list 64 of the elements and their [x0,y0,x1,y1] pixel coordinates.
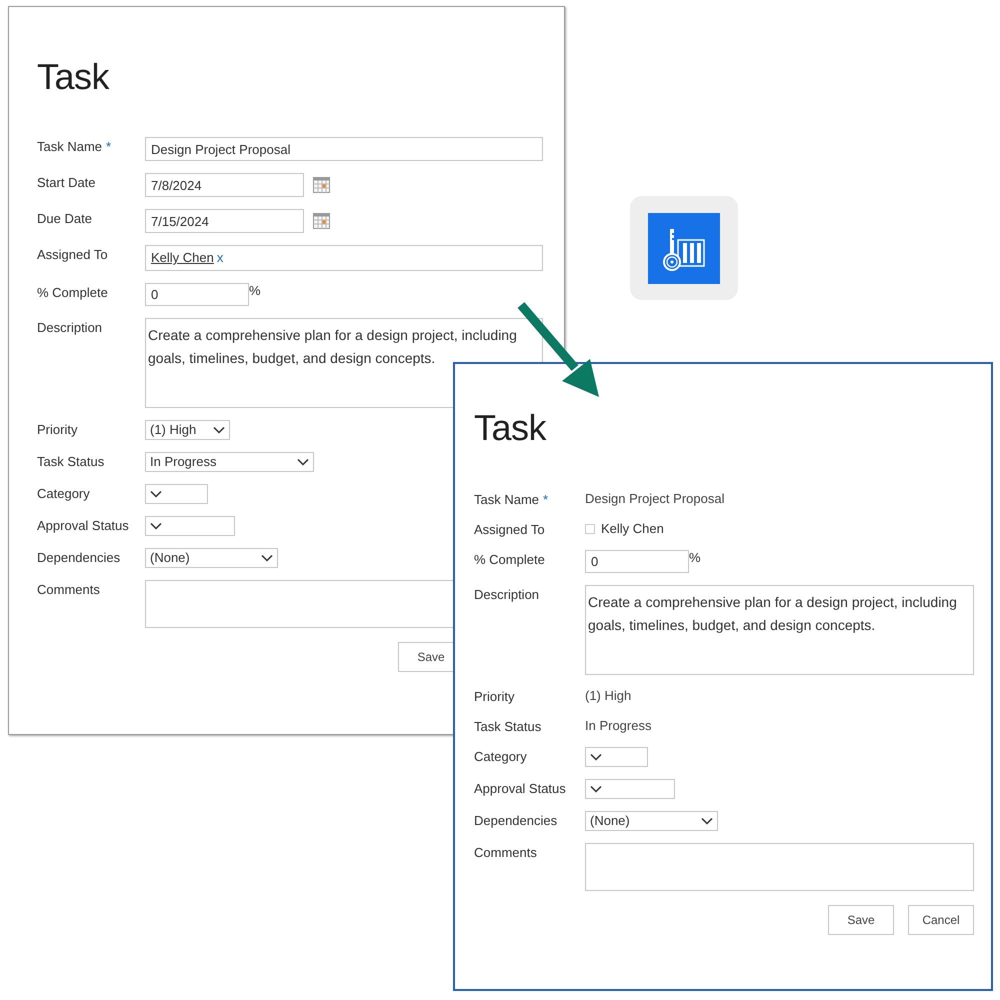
chevron-down-icon [261,554,273,562]
field-label: Assigned To [37,246,108,263]
chevron-down-icon [150,490,162,498]
field-label: Category [474,748,527,765]
required-mark: * [106,138,112,155]
field-label: Approval Status [37,517,129,534]
people-picker-field[interactable]: Kelly Chen x [145,245,543,271]
date-field[interactable]: 7/15/2024 [145,209,304,233]
field-label: Approval Status [474,780,566,797]
chevron-down-icon [213,426,225,434]
field-label: Category [37,485,90,502]
form-button[interactable]: Save [828,905,894,935]
app-tile-icon [630,196,738,300]
field-value: In Progress [585,717,652,735]
percent-sign: % [249,283,261,299]
field-label: Description [37,319,102,336]
calendar-icon[interactable] [313,213,330,229]
percent-sign: % [689,550,701,566]
percent-field[interactable]: 0 [585,550,689,573]
field-label: Dependencies [474,812,558,829]
dropdown[interactable]: In Progress [145,452,314,472]
required-mark: * [543,491,548,508]
comments-field[interactable] [585,843,974,891]
chevron-down-icon [150,522,162,530]
chevron-down-icon [590,753,602,761]
field-label: Task Name [37,138,102,155]
dropdown[interactable]: (None) [585,811,718,831]
field-label: Priority [37,421,78,438]
description-field[interactable]: Create a comprehensive plan for a design project, including goals, timelines, budget, and design concepts. [585,585,974,675]
remove-person-button[interactable]: x [216,248,224,268]
person-name: Kelly Chen [601,520,664,538]
field-label: Comments [474,844,537,861]
field-value: (1) High [585,687,632,705]
dropdown[interactable] [145,516,235,536]
dropdown[interactable] [145,484,208,504]
field-label: Task Status [37,453,104,470]
chevron-down-icon [701,817,713,825]
presence-icon [585,524,595,534]
dropdown[interactable] [585,747,648,767]
field-label: % Complete [474,551,545,568]
field-label: Due Date [37,210,92,227]
chevron-down-icon [590,785,602,793]
field-value: Design Project Proposal [585,490,724,508]
field-label: Priority [474,688,514,705]
dropdown[interactable]: (1) High [145,420,230,440]
chevron-down-icon [297,458,309,466]
percent-field[interactable]: 0 [145,283,249,306]
field-label: Assigned To [474,521,545,538]
field-label: Task Name [474,491,540,508]
dropdown[interactable] [585,779,675,799]
field-label: Comments [37,581,100,598]
person-link[interactable]: Kelly Chen [151,248,214,268]
calendar-icon[interactable] [313,177,330,193]
dropdown[interactable]: (None) [145,548,278,568]
date-field[interactable]: 7/8/2024 [145,173,304,197]
field-label: Task Status [474,718,542,735]
form-button[interactable]: Cancel [908,905,974,935]
field-label: Start Date [37,174,96,191]
form-title: Task [474,406,548,450]
field-label: % Complete [37,284,108,301]
field-label: Description [474,586,540,603]
form-title: Task [37,55,110,99]
text-field[interactable]: Design Project Proposal [145,137,543,161]
field-label: Dependencies [37,549,120,566]
